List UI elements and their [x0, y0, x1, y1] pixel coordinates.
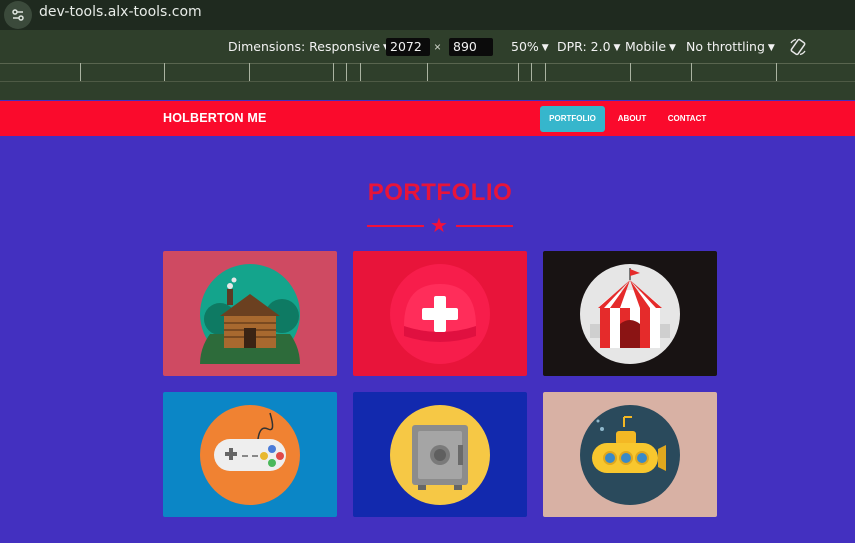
url-text[interactable]: dev-tools.alx-tools.com — [39, 4, 202, 20]
safe-icon — [390, 405, 490, 505]
dpr-label: DPR: 2.0 — [557, 39, 611, 54]
ruler-tick — [249, 63, 250, 81]
width-input[interactable]: 2072 — [386, 38, 430, 56]
device-type-dropdown[interactable]: Mobile ▼ — [625, 39, 676, 54]
device-toolbar: Dimensions: Responsive▼ 2072 × 890 50%▼ … — [0, 30, 855, 100]
portfolio-item-gamepad[interactable] — [163, 392, 337, 517]
dpr-dropdown[interactable]: DPR: 2.0 ▼ — [557, 39, 620, 54]
dimensions-dropdown[interactable]: Dimensions: Responsive▼ — [228, 39, 390, 54]
ruler-tick — [545, 63, 546, 81]
ruler-tick — [360, 63, 361, 81]
portfolio-item-cabin[interactable] — [163, 251, 337, 376]
device-toolbar-controls: Dimensions: Responsive▼ 2072 × 890 50%▼ … — [0, 30, 855, 64]
portfolio-item-cake[interactable] — [353, 251, 527, 376]
divider-line — [456, 225, 513, 227]
throttling-dropdown[interactable]: No throttling ▼ — [686, 39, 775, 54]
ruler-tick — [427, 63, 428, 81]
ruler-tick — [531, 63, 532, 81]
site-header: HOLBERTON ME — [0, 101, 855, 136]
ruler-tick — [691, 63, 692, 81]
section-title: PORTFOLIO — [367, 179, 513, 206]
nav-contact[interactable]: CONTACT — [661, 106, 713, 132]
chevron-down-icon: ▼ — [613, 43, 621, 53]
times-sign: × — [434, 40, 442, 54]
portfolio-item-safe[interactable] — [353, 392, 527, 517]
media-query-ruler[interactable] — [0, 63, 855, 82]
submarine-icon — [580, 405, 680, 505]
zoom-label: 50% — [511, 39, 539, 54]
nav-about[interactable]: ABOUT — [611, 106, 653, 132]
site-info-icon[interactable] — [4, 1, 32, 29]
ruler-tick — [630, 63, 631, 81]
browser-address-bar: dev-tools.alx-tools.com — [0, 0, 855, 30]
brand-logo-text[interactable]: HOLBERTON ME — [163, 111, 267, 125]
nav-portfolio[interactable]: PORTFOLIO — [540, 106, 605, 132]
throttling-label: No throttling — [686, 39, 765, 54]
circus-tent-icon — [580, 264, 680, 364]
dimensions-label: Dimensions: Responsive — [228, 39, 381, 54]
portfolio-item-submarine[interactable] — [543, 392, 717, 517]
star-icon: ★ — [430, 215, 448, 237]
ruler-tick — [333, 63, 334, 81]
zoom-dropdown[interactable]: 50% ▼ — [511, 39, 549, 54]
chevron-down-icon: ▼ — [767, 43, 775, 53]
divider-line — [367, 225, 424, 227]
cabin-icon — [200, 264, 300, 364]
height-input[interactable]: 890 — [449, 38, 493, 56]
ruler-tick — [518, 63, 519, 81]
portfolio-item-circus[interactable] — [543, 251, 717, 376]
ruler-tick — [80, 63, 81, 81]
rotate-icon[interactable] — [788, 37, 808, 57]
chevron-down-icon: ▼ — [669, 43, 676, 53]
ruler-tick — [346, 63, 347, 81]
cake-icon — [390, 264, 490, 364]
chevron-down-icon: ▼ — [541, 43, 549, 53]
ruler-tick — [776, 63, 777, 81]
device-type-label: Mobile — [625, 39, 667, 54]
game-controller-icon — [200, 405, 300, 505]
ruler-tick — [164, 63, 165, 81]
